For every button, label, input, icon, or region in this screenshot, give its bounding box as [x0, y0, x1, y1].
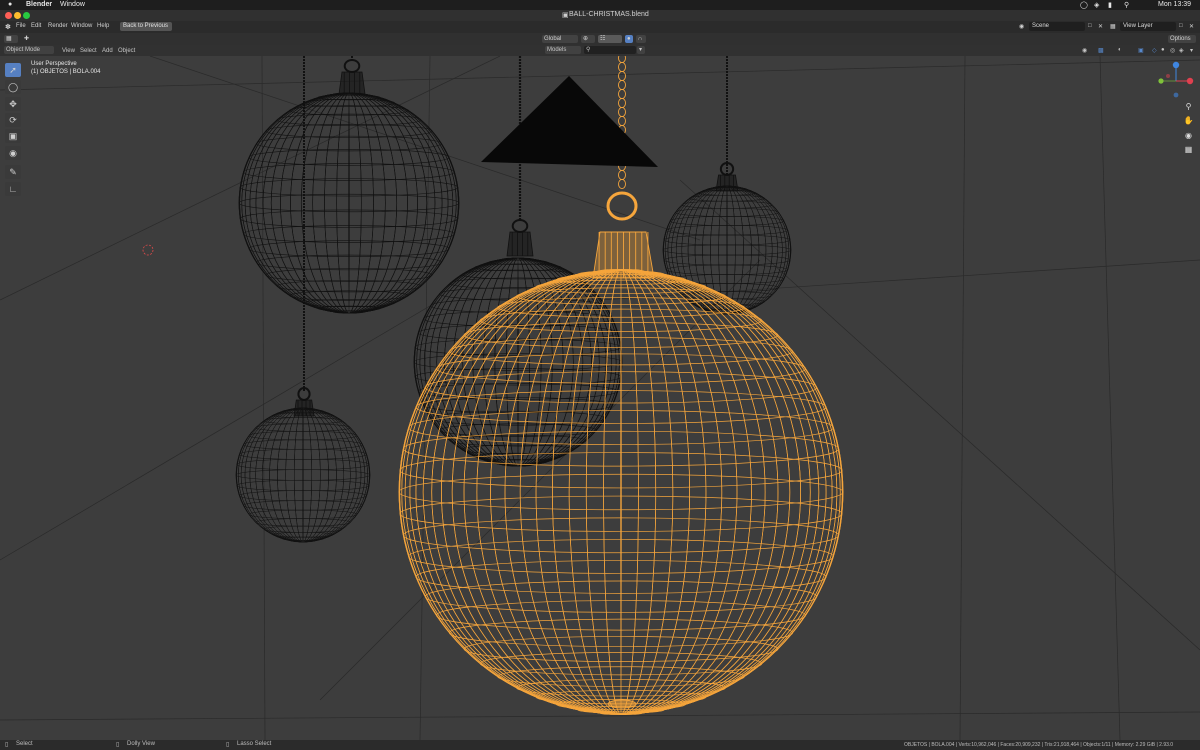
3d-cursor	[142, 244, 154, 256]
ornament-cap-selected	[592, 191, 655, 709]
status-right-hint: Lasso Select	[237, 741, 272, 747]
cursor-tool[interactable]: ◯	[5, 80, 21, 94]
status-middle-hint: Dolly View	[127, 741, 155, 747]
ornament-cap-bottom-left	[293, 387, 315, 417]
ornament-right[interactable]	[662, 185, 792, 315]
annotate-tool[interactable]: ✎	[5, 165, 21, 179]
move-tool[interactable]: ✥	[5, 97, 21, 111]
zoom-view-icon[interactable]: ⚲	[1183, 101, 1194, 112]
ornament-cap-middle	[506, 219, 534, 257]
scale-tool[interactable]: ▣	[5, 129, 21, 143]
status-left-hint: Select	[16, 741, 33, 747]
select-box-tool[interactable]: ➚	[5, 63, 21, 77]
measure-tool[interactable]: ∟	[5, 182, 21, 196]
tree-topper-triangle	[481, 76, 658, 167]
transform-tool[interactable]: ◉	[5, 146, 21, 160]
perspective-toggle-icon[interactable]: ▦	[1183, 144, 1194, 155]
ornament-selected-bola-004[interactable]	[398, 268, 844, 716]
camera-view-icon[interactable]: ◉	[1183, 130, 1194, 141]
viewport-canvas[interactable]	[0, 0, 1200, 750]
view-name: User Perspective	[31, 61, 77, 67]
mouse-middle-icon: ▯	[116, 742, 120, 748]
active-object-label: (1) OBJETOS | BOLA.004	[31, 69, 101, 75]
selected-chain	[618, 56, 626, 190]
ornament-bottom-left[interactable]	[235, 407, 371, 543]
pan-view-icon[interactable]: ✋	[1183, 115, 1194, 126]
rotate-tool[interactable]: ⟳	[5, 113, 21, 127]
scene-statistics: OBJETOS | BOLA.004 | Verts:10,962,046 | …	[904, 742, 1174, 748]
mouse-right-icon: ▯	[226, 742, 230, 748]
status-bar: ▯ Select ▯ Dolly View ▯ Lasso Select OBJ…	[0, 740, 1200, 750]
ornament-cap-top-left	[338, 59, 366, 95]
mouse-left-icon: ▯	[5, 742, 9, 748]
ornament-top-left[interactable]	[238, 92, 460, 314]
